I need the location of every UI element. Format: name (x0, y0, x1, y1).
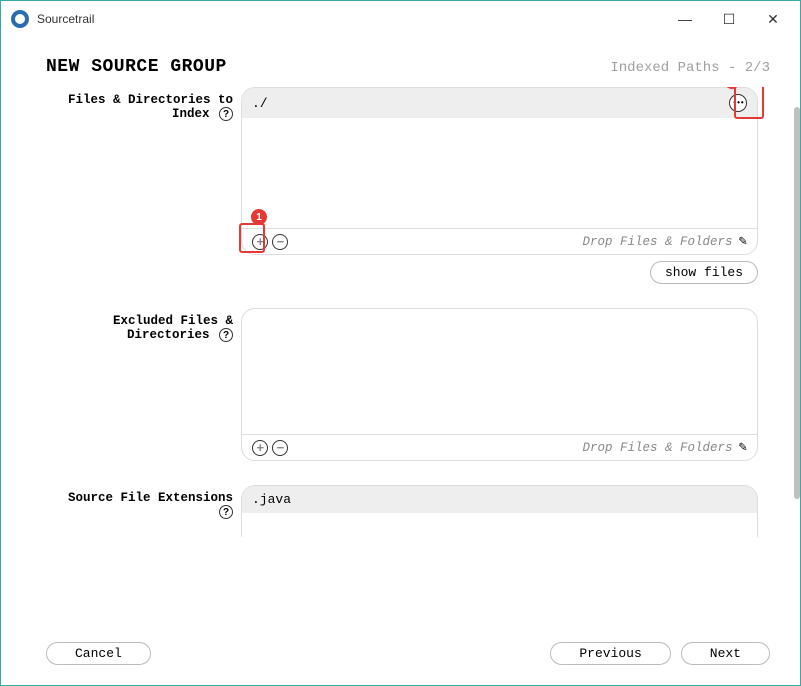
list-footer: + − Drop Files & Folders ✎ (242, 434, 757, 460)
files-to-index-label: Files & Directories to Index ? (46, 87, 241, 284)
content-area: Files & Directories to Index ? ./ ••• + … (1, 87, 800, 630)
drop-hint: Drop Files & Folders (583, 235, 733, 249)
add-button[interactable]: + (252, 234, 268, 250)
breadcrumb: Indexed Paths - 2/3 (610, 60, 770, 76)
path-entry[interactable]: ./ ••• (242, 88, 757, 118)
files-to-index-list: ./ ••• + − Drop Files & Folders ✎ (241, 87, 758, 255)
remove-button[interactable]: − (272, 234, 288, 250)
close-button[interactable]: ✕ (762, 8, 784, 30)
maximize-button[interactable]: ☐ (718, 8, 740, 30)
header: NEW SOURCE GROUP Indexed Paths - 2/3 (1, 37, 800, 87)
help-icon[interactable]: ? (219, 328, 233, 342)
help-icon[interactable]: ? (219, 107, 233, 121)
page-title: NEW SOURCE GROUP (46, 57, 227, 77)
browse-button[interactable]: ••• (729, 94, 747, 112)
section-extensions: Source File Extensions ? .java (46, 485, 758, 537)
edit-icon[interactable]: ✎ (739, 439, 747, 456)
path-entry-text: ./ (252, 96, 729, 111)
minimize-button[interactable]: — (674, 8, 696, 30)
extensions-list: .java (241, 485, 758, 537)
app-title: Sourcetrail (37, 12, 94, 26)
extension-entry[interactable]: .java (242, 486, 757, 513)
section-files-to-index: Files & Directories to Index ? ./ ••• + … (46, 87, 758, 284)
excluded-list: + − Drop Files & Folders ✎ (241, 308, 758, 461)
edit-icon[interactable]: ✎ (739, 233, 747, 250)
section-excluded: Excluded Files & Directories ? + − Drop … (46, 308, 758, 461)
titlebar: Sourcetrail — ☐ ✕ (1, 1, 800, 37)
window-controls: — ☐ ✕ (674, 8, 790, 30)
excluded-label: Excluded Files & Directories ? (46, 308, 241, 461)
cancel-button[interactable]: Cancel (46, 642, 151, 665)
dialog-footer: Cancel Previous Next (1, 630, 800, 685)
extensions-label: Source File Extensions ? (46, 485, 241, 537)
app-icon (11, 10, 29, 28)
remove-button[interactable]: − (272, 440, 288, 456)
app-window: Sourcetrail — ☐ ✕ NEW SOURCE GROUP Index… (0, 0, 801, 686)
extension-entry-text: .java (252, 492, 747, 507)
scrollbar[interactable] (794, 107, 800, 610)
scrollbar-thumb[interactable] (794, 107, 800, 499)
list-footer: + − Drop Files & Folders ✎ (242, 228, 757, 254)
next-button[interactable]: Next (681, 642, 770, 665)
previous-button[interactable]: Previous (550, 642, 670, 665)
drop-hint: Drop Files & Folders (583, 441, 733, 455)
add-button[interactable]: + (252, 440, 268, 456)
show-files-button[interactable]: show files (650, 261, 758, 284)
help-icon[interactable]: ? (219, 505, 233, 519)
